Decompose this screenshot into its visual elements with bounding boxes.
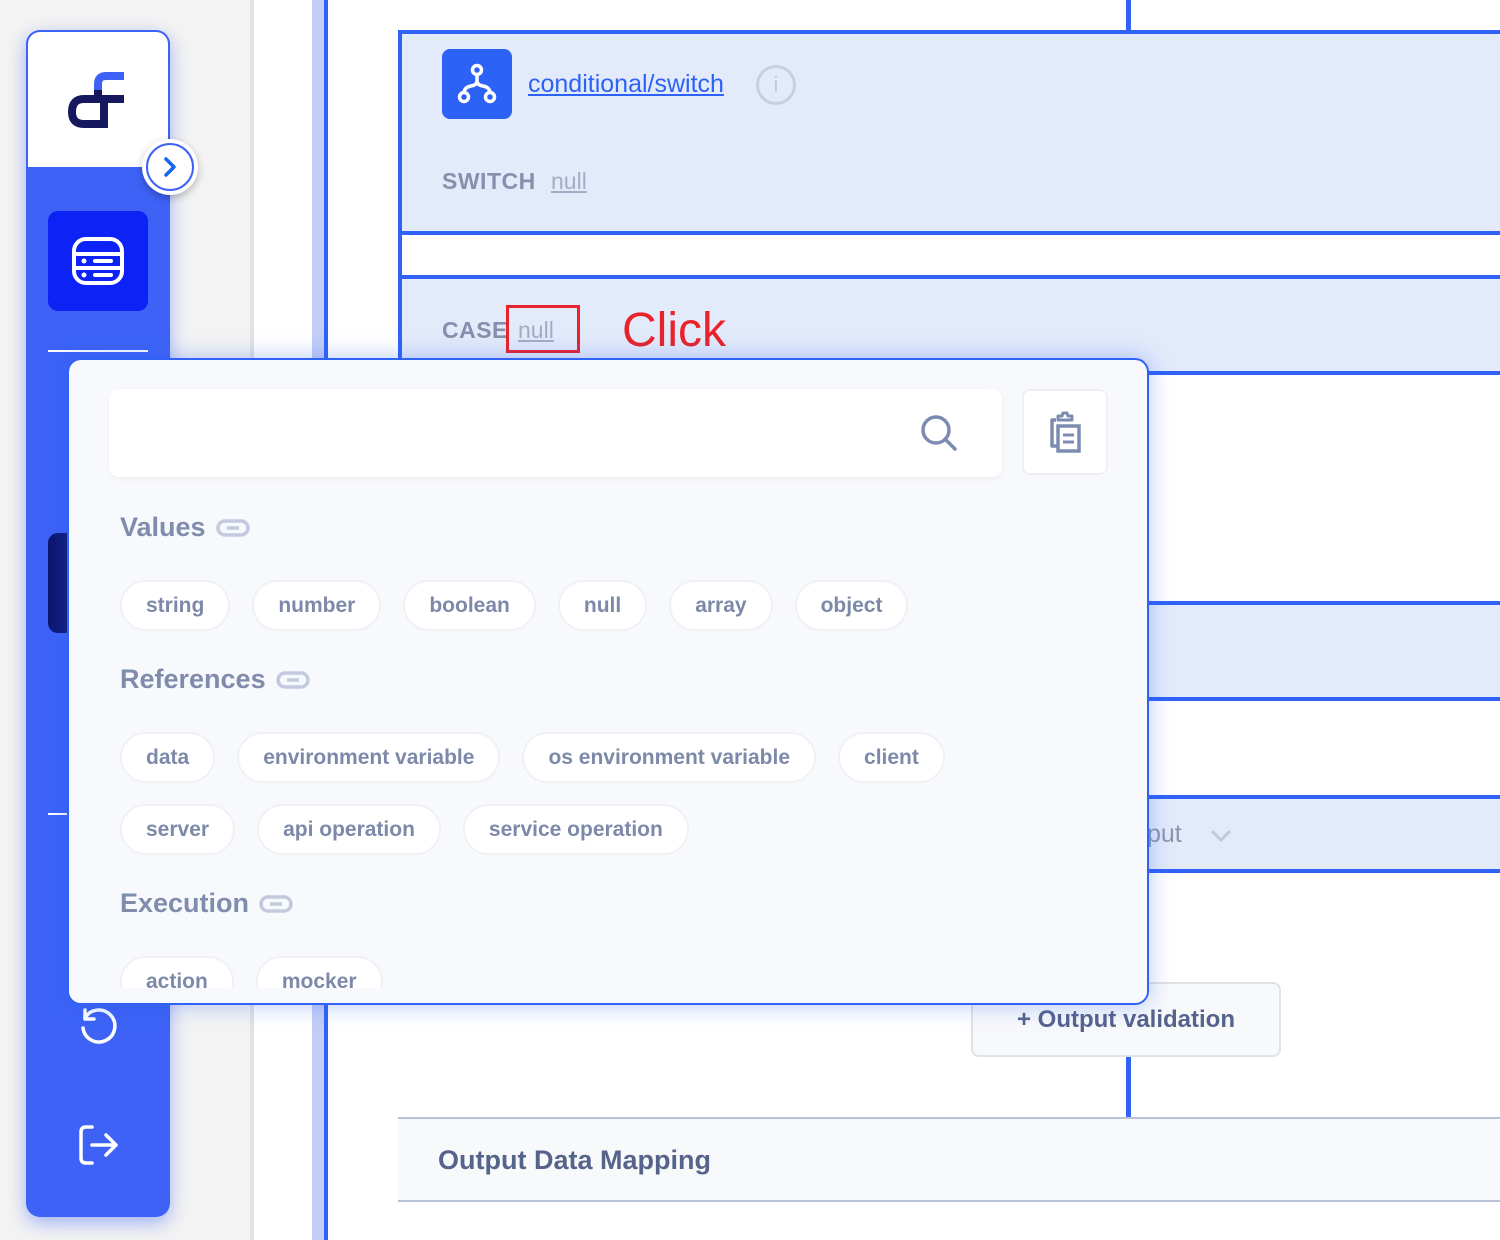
sidebar-item-services[interactable] [48, 211, 148, 311]
chip-environment-variable[interactable]: environment variable [237, 732, 501, 783]
chip-data[interactable]: data [120, 732, 216, 783]
section-title-references: References [120, 664, 310, 695]
chip-object[interactable]: object [794, 580, 909, 631]
chevron-down-icon[interactable] [1210, 829, 1232, 843]
references-chip-row-1: data environment variable os environment… [120, 732, 945, 783]
logout-button[interactable] [73, 1120, 123, 1170]
app-logo[interactable] [26, 30, 170, 167]
references-chip-row-2: server api operation service operation [120, 804, 689, 855]
connector-line [1126, 0, 1131, 32]
section-title-execution: Execution [120, 888, 293, 919]
link-icon [275, 670, 310, 689]
chip-service-operation[interactable]: service operation [462, 804, 689, 855]
switch-card-body [398, 235, 1500, 275]
value-picker-popover: Values string number boolean null array … [67, 358, 1149, 1005]
link-icon [215, 518, 250, 537]
chip-array[interactable]: array [669, 580, 773, 631]
chip-api-operation[interactable]: api operation [257, 804, 441, 855]
app-root: conditional/switch i SWITCH null CASE nu… [0, 0, 1500, 1240]
switch-card: conditional/switch i SWITCH null [398, 30, 1500, 235]
chip-null[interactable]: null [557, 580, 648, 631]
switch-field-label: SWITCH [442, 168, 536, 194]
clipboard-icon [1050, 411, 1081, 453]
section-title-text: References [120, 664, 266, 694]
history-button[interactable] [73, 1000, 123, 1050]
branch-icon [442, 49, 512, 119]
section-title-text: Execution [120, 888, 250, 918]
output-data-mapping-section[interactable]: Output Data Mapping [398, 1117, 1500, 1202]
chip-number[interactable]: number [252, 580, 382, 631]
click-annotation-label: Click [622, 304, 726, 357]
history-icon [81, 1008, 117, 1044]
info-icon[interactable]: i [756, 65, 796, 105]
chip-boolean[interactable]: boolean [403, 580, 536, 631]
expand-sidebar-button[interactable] [142, 139, 198, 195]
chip-string[interactable]: string [120, 580, 231, 631]
switch-value-link[interactable]: null [551, 168, 587, 195]
chip-client[interactable]: client [838, 732, 945, 783]
sidebar-divider [48, 813, 68, 815]
section-title-text: Values [120, 512, 206, 542]
search-icon[interactable] [919, 413, 959, 453]
chevron-right-icon [164, 157, 176, 177]
chip-server[interactable]: server [120, 804, 236, 855]
search-input[interactable] [109, 389, 909, 477]
output-data-mapping-title: Output Data Mapping [438, 1145, 711, 1175]
values-chip-row: string number boolean null array object [120, 580, 909, 631]
section-title-values: Values [120, 512, 250, 543]
link-icon [259, 894, 293, 913]
logo-icon [68, 71, 124, 128]
logout-icon [79, 1125, 118, 1165]
switch-node-link[interactable]: conditional/switch [528, 70, 724, 99]
connector-line [1126, 1057, 1131, 1119]
popover-scroll-clip [69, 988, 1147, 1003]
info-glyph: i [773, 72, 779, 97]
chip-os-environment-variable[interactable]: os environment variable [522, 732, 817, 783]
search-box [109, 389, 1002, 477]
case-field-label: CASE [442, 317, 508, 343]
sidebar-divider [48, 350, 148, 352]
paste-button[interactable] [1022, 389, 1108, 475]
server-stack-icon [72, 237, 124, 285]
click-annotation-box [506, 305, 580, 353]
